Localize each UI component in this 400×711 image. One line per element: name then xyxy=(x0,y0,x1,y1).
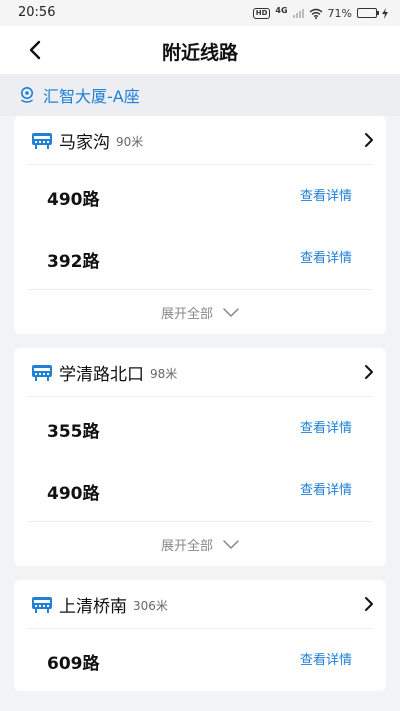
chevron-right-icon xyxy=(365,597,373,611)
stop-distance: 90米 xyxy=(116,135,144,149)
route-row[interactable]: 392路 查看详情 xyxy=(14,227,386,289)
bus-stop-icon xyxy=(32,365,52,381)
status-bar: 20:56 HD 4G 71% xyxy=(0,0,400,26)
page-title: 附近线路 xyxy=(161,42,238,64)
view-details-link[interactable]: 查看详情 xyxy=(300,247,352,266)
route-row[interactable]: 490路 查看详情 xyxy=(14,459,386,521)
expand-all-button[interactable]: 展开全部 xyxy=(14,522,386,566)
bus-stop-icon xyxy=(32,133,52,149)
chevron-right-icon xyxy=(365,133,373,147)
hd-icon: HD xyxy=(252,7,271,19)
current-location[interactable]: 汇智大厦-A座 xyxy=(0,74,400,116)
stop-card: 学清路北口 98米 355路 查看详情 490路 查看详情 展开全部 xyxy=(14,348,386,566)
stop-card: 上清桥南 306米 609路 查看详情 xyxy=(14,580,386,691)
chevron-down-icon xyxy=(223,307,239,317)
nav-bar: 附近线路 xyxy=(0,26,400,74)
stop-header[interactable]: 学清路北口 98米 xyxy=(14,348,386,396)
location-name: 汇智大厦-A座 xyxy=(43,87,140,106)
charging-icon xyxy=(382,7,388,19)
battery-percent: 71% xyxy=(327,6,352,20)
stop-name: 马家沟 xyxy=(59,132,110,153)
route-row[interactable]: 609路 查看详情 xyxy=(14,629,386,691)
expand-all-button[interactable]: 展开全部 xyxy=(14,290,386,334)
location-pin-icon xyxy=(21,87,33,103)
stop-card: 马家沟 90米 490路 查看详情 392路 查看详情 展开全部 xyxy=(14,116,386,334)
network-type: 4G xyxy=(275,5,288,15)
stop-name: 学清路北口 xyxy=(59,364,144,385)
chevron-right-icon xyxy=(365,365,373,379)
bus-stop-icon xyxy=(32,597,52,613)
stop-distance: 306米 xyxy=(133,599,168,613)
battery-icon xyxy=(357,8,379,18)
chevron-down-icon xyxy=(223,539,239,549)
view-details-link[interactable]: 查看详情 xyxy=(300,417,352,436)
expand-all-label: 展开全部 xyxy=(160,306,213,322)
route-name: 490路 xyxy=(47,190,100,210)
view-details-link[interactable]: 查看详情 xyxy=(300,649,352,668)
route-name: 490路 xyxy=(47,484,100,504)
stop-header[interactable]: 马家沟 90米 xyxy=(14,116,386,164)
status-time: 20:56 xyxy=(18,5,56,20)
status-icons: HD 4G 71% xyxy=(252,4,388,22)
route-row[interactable]: 355路 查看详情 xyxy=(14,397,386,459)
stop-name: 上清桥南 xyxy=(59,596,127,617)
route-row[interactable]: 490路 查看详情 xyxy=(14,165,386,227)
expand-all-label: 展开全部 xyxy=(160,538,213,554)
route-name: 392路 xyxy=(47,252,100,272)
stop-distance: 98米 xyxy=(150,367,178,381)
view-details-link[interactable]: 查看详情 xyxy=(300,479,352,498)
route-name: 609路 xyxy=(47,654,100,674)
signal-icon xyxy=(292,8,304,18)
route-name: 355路 xyxy=(47,422,100,442)
view-details-link[interactable]: 查看详情 xyxy=(300,185,352,204)
wifi-icon xyxy=(309,8,322,19)
stop-header[interactable]: 上清桥南 306米 xyxy=(14,580,386,628)
